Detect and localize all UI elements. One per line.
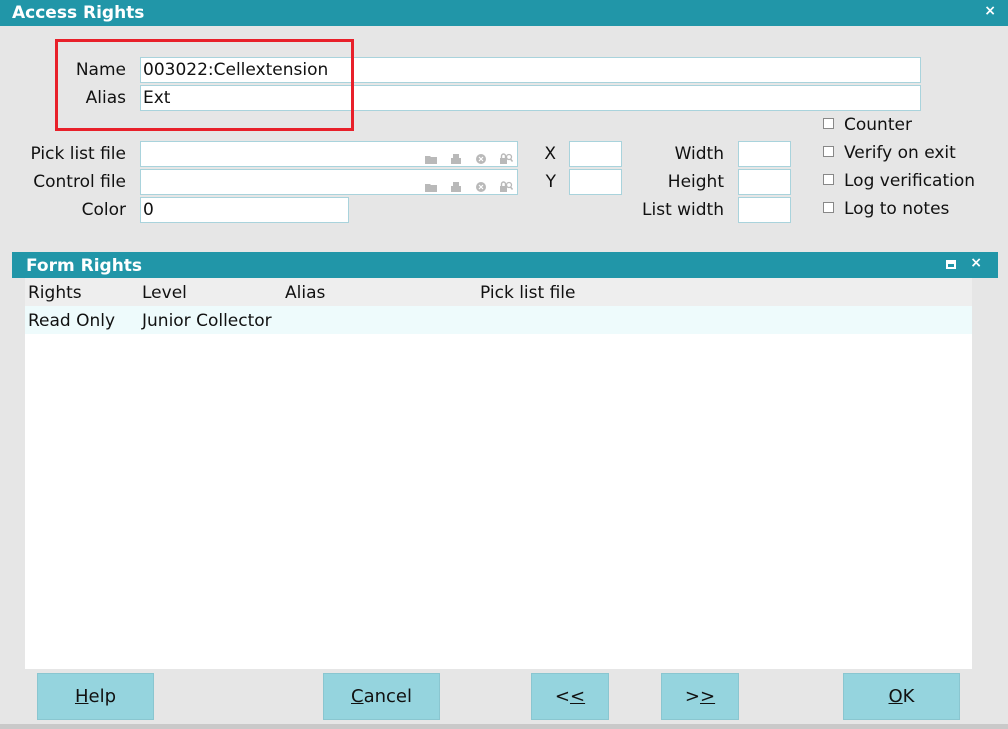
help-button-mnemonic: H bbox=[74, 686, 89, 707]
maximize-icon[interactable] bbox=[946, 260, 956, 269]
cell-rights: Read Only bbox=[28, 311, 116, 331]
window-title: Access Rights bbox=[12, 3, 145, 23]
help-button-label: elp bbox=[88, 686, 117, 707]
form-rights-table: Rights Level Alias Pick list file Read O… bbox=[25, 278, 972, 669]
width-label: Width bbox=[674, 144, 724, 164]
cancel-button[interactable]: Cancel bbox=[323, 673, 440, 720]
lock-search-icon[interactable] bbox=[499, 148, 514, 164]
control-file-label: Control file bbox=[33, 172, 126, 192]
control-file-icons bbox=[424, 170, 514, 194]
highlight-box bbox=[55, 39, 354, 131]
checkbox-box bbox=[823, 118, 834, 129]
next-button-label: > bbox=[684, 686, 700, 707]
clear-icon[interactable] bbox=[474, 176, 488, 192]
cancel-button-label: ancel bbox=[363, 686, 412, 707]
verify-on-exit-label: Verify on exit bbox=[844, 143, 956, 163]
form-rights-titlebar: Form Rights × bbox=[12, 252, 998, 278]
clear-icon[interactable] bbox=[474, 148, 488, 164]
pick-list-file-field[interactable] bbox=[140, 141, 518, 167]
ok-button-mnemonic: O bbox=[888, 686, 903, 707]
y-label: Y bbox=[545, 172, 556, 192]
folder-icon[interactable] bbox=[424, 176, 438, 192]
list-width-label: List width bbox=[642, 200, 724, 220]
next-button-mnemonic: > bbox=[700, 686, 716, 707]
verify-on-exit-checkbox[interactable]: Verify on exit bbox=[823, 143, 956, 163]
window-titlebar: Access Rights × bbox=[0, 0, 1008, 26]
cell-level: Junior Collector bbox=[142, 311, 272, 331]
column-header-level[interactable]: Level bbox=[142, 283, 187, 303]
previous-button-mnemonic: < bbox=[570, 686, 586, 707]
column-header-pick-list-file[interactable]: Pick list file bbox=[480, 283, 575, 303]
color-field[interactable]: 0 bbox=[140, 197, 349, 223]
x-field[interactable] bbox=[569, 141, 622, 167]
ok-button[interactable]: OK bbox=[843, 673, 960, 720]
height-label: Height bbox=[667, 172, 724, 192]
counter-checkbox[interactable]: Counter bbox=[823, 115, 912, 135]
height-field[interactable] bbox=[738, 169, 791, 195]
checkbox-box bbox=[823, 202, 834, 213]
color-label: Color bbox=[81, 200, 126, 220]
previous-button[interactable]: << bbox=[531, 673, 609, 720]
column-header-rights[interactable]: Rights bbox=[28, 283, 82, 303]
ok-button-label: K bbox=[902, 686, 915, 707]
pick-list-file-icons bbox=[424, 142, 514, 166]
next-button[interactable]: >> bbox=[661, 673, 739, 720]
close-icon[interactable]: × bbox=[970, 255, 982, 271]
y-field[interactable] bbox=[569, 169, 622, 195]
pick-list-file-label: Pick list file bbox=[30, 144, 126, 164]
column-header-alias[interactable]: Alias bbox=[285, 283, 325, 303]
log-to-notes-label: Log to notes bbox=[844, 199, 950, 219]
log-to-notes-checkbox[interactable]: Log to notes bbox=[823, 199, 949, 219]
close-icon[interactable]: × bbox=[984, 3, 996, 19]
print-icon[interactable] bbox=[449, 148, 463, 164]
folder-icon[interactable] bbox=[424, 148, 438, 164]
list-width-field[interactable] bbox=[738, 197, 791, 223]
checkbox-box bbox=[823, 174, 834, 185]
width-field[interactable] bbox=[738, 141, 791, 167]
window-bottom-edge bbox=[0, 724, 1008, 729]
table-header: Rights Level Alias Pick list file bbox=[25, 278, 972, 306]
cancel-button-mnemonic: C bbox=[351, 686, 364, 707]
log-verification-label: Log verification bbox=[844, 171, 976, 191]
checkbox-box bbox=[823, 146, 834, 157]
x-label: X bbox=[544, 144, 556, 164]
control-file-field[interactable] bbox=[140, 169, 518, 195]
lock-search-icon[interactable] bbox=[499, 176, 514, 192]
form-rights-title: Form Rights bbox=[26, 256, 143, 276]
previous-button-label: < bbox=[554, 686, 570, 707]
print-icon[interactable] bbox=[449, 176, 463, 192]
log-verification-checkbox[interactable]: Log verification bbox=[823, 171, 975, 191]
table-row[interactable]: Read Only Junior Collector bbox=[25, 306, 972, 334]
counter-checkbox-label: Counter bbox=[844, 115, 912, 135]
help-button[interactable]: Help bbox=[37, 673, 154, 720]
